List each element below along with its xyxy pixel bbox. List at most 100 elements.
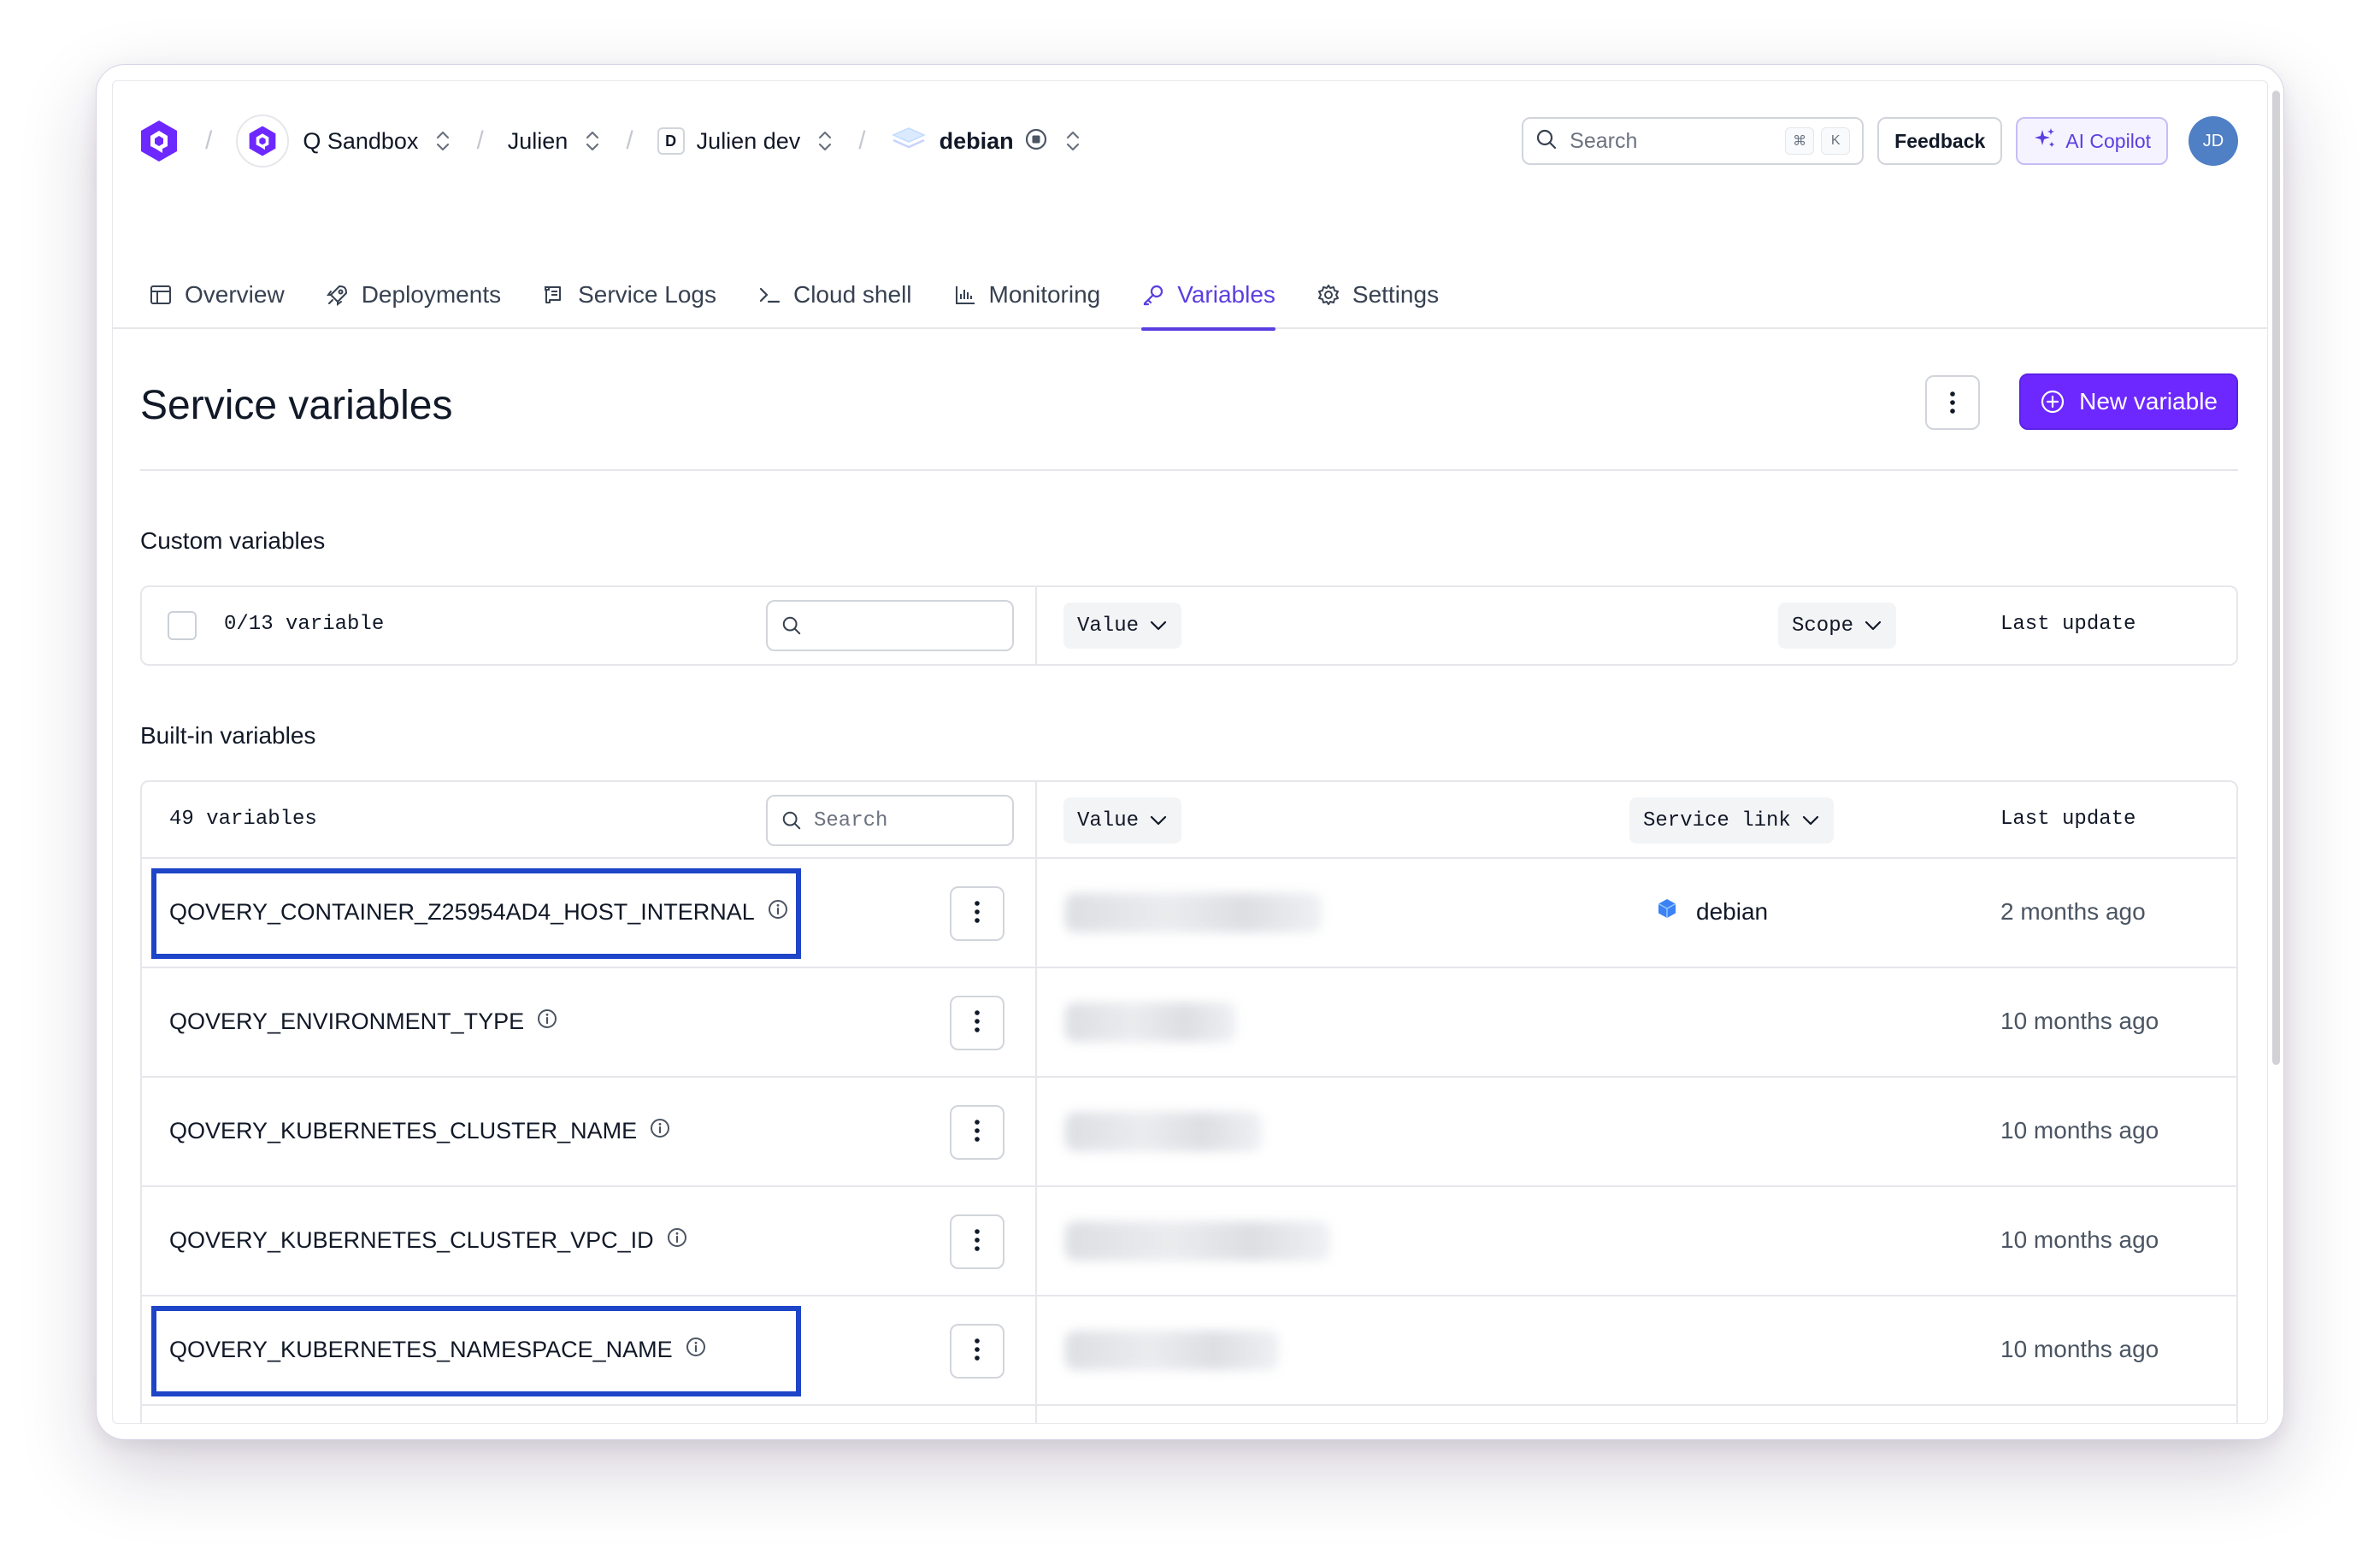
sparkles-icon	[2033, 126, 2057, 156]
variable-name: QOVERY_KUBERNETES_NAMESPACE_NAME	[169, 1336, 707, 1364]
row-more-button[interactable]	[950, 1214, 1004, 1269]
column-divider	[1035, 782, 1037, 857]
more-vertical-icon	[974, 1337, 981, 1367]
row-more-button[interactable]	[950, 886, 1004, 941]
gear-icon	[1317, 285, 1339, 305]
builtin-value-filter[interactable]: Value	[1063, 797, 1182, 844]
search-placeholder: Search	[1570, 128, 1638, 153]
breadcrumb: / Q Sandbox / Julien / D Julien dev / de…	[137, 114, 1082, 168]
builtin-search-placeholder: Search	[814, 808, 888, 832]
table-row[interactable]: QOVERY_OUTPUT_TERRAFORM_Z98DAA73B_APPLIC…	[142, 1406, 2236, 1423]
ai-copilot-label: AI Copilot	[2065, 129, 2151, 152]
table-row[interactable]: QOVERY_ENVIRONMENT_TYPE 10 months ago	[142, 968, 2236, 1078]
hidden-variable-value[interactable]	[1065, 1002, 1236, 1042]
ai-copilot-button[interactable]: AI Copilot	[2016, 117, 2168, 165]
scroll-icon	[545, 286, 562, 303]
page-more-button[interactable]	[1925, 375, 1980, 430]
more-vertical-icon	[974, 899, 981, 929]
chevron-down-icon	[1150, 815, 1167, 826]
hidden-variable-value[interactable]	[1065, 893, 1322, 932]
column-divider	[1035, 1296, 1037, 1404]
org-selector[interactable]: Q Sandbox	[303, 128, 418, 155]
breadcrumb-separator: /	[626, 126, 633, 155]
tab-variables[interactable]: Variables	[1141, 261, 1275, 331]
tab-monitoring[interactable]: Monitoring	[953, 261, 1100, 329]
row-more-button[interactable]	[950, 996, 1004, 1050]
chevron-updown-icon[interactable]	[583, 128, 602, 154]
last-update: 10 months ago	[2000, 1117, 2159, 1144]
last-update: 10 months ago	[2000, 1008, 2159, 1034]
tab-overview[interactable]: Overview	[149, 261, 285, 329]
custom-variables-table: 0/13 variable Value Scope Last update	[140, 585, 2238, 666]
variable-name: QOVERY_KUBERNETES_CLUSTER_NAME	[169, 1117, 671, 1145]
feedback-button[interactable]: Feedback	[1877, 117, 2003, 165]
service-tabs: Overview Deployments Service Logs Cloud …	[149, 261, 1480, 331]
top-header: / Q Sandbox / Julien / D Julien dev / de…	[113, 81, 2267, 331]
more-vertical-icon	[1950, 391, 1955, 414]
stopped-status-icon	[1024, 127, 1048, 156]
hidden-variable-value[interactable]	[1065, 1112, 1262, 1151]
chevron-down-icon	[1865, 620, 1882, 631]
plus-circle-icon	[2041, 390, 2065, 414]
info-icon[interactable]	[637, 1117, 671, 1145]
global-search[interactable]: Search ⌘ K	[1522, 117, 1865, 165]
row-more-button[interactable]	[950, 1105, 1004, 1160]
column-divider	[1035, 1078, 1037, 1185]
app-viewport: / Q Sandbox / Julien / D Julien dev / de…	[112, 80, 2268, 1424]
custom-variables-heading: Custom variables	[140, 527, 326, 554]
vertical-scrollbar[interactable]	[2272, 91, 2280, 1065]
table-row[interactable]: QOVERY_KUBERNETES_CLUSTER_NAME 10 months …	[142, 1078, 2236, 1187]
hidden-variable-value[interactable]	[1065, 1221, 1330, 1261]
builtin-variables-heading: Built-in variables	[140, 722, 316, 749]
hidden-variable-value[interactable]	[1065, 1331, 1279, 1370]
service-stack-icon	[890, 125, 928, 158]
chevron-updown-icon[interactable]	[1063, 128, 1082, 154]
user-avatar[interactable]: JD	[2189, 116, 2238, 166]
custom-value-filter[interactable]: Value	[1063, 603, 1182, 649]
breadcrumb-separator: /	[476, 126, 484, 155]
column-divider	[1035, 968, 1037, 1076]
service-selector[interactable]: debian	[940, 128, 1014, 155]
variable-name: QOVERY_KUBERNETES_CLUSTER_VPC_ID	[169, 1226, 688, 1255]
project-selector[interactable]: Julien	[508, 128, 568, 155]
select-all-checkbox[interactable]	[168, 611, 197, 640]
more-vertical-icon	[974, 1227, 981, 1257]
table-row[interactable]: QOVERY_CONTAINER_Z25954AD4_HOST_INTERNAL…	[142, 859, 2236, 968]
builtin-search-input[interactable]: Search	[766, 795, 1014, 846]
shortcut-cmd-key: ⌘	[1785, 127, 1815, 155]
divider	[140, 469, 2238, 471]
chevron-updown-icon[interactable]	[816, 128, 834, 154]
search-icon	[782, 811, 801, 830]
rocket-icon	[326, 285, 347, 306]
chevron-updown-icon[interactable]	[433, 128, 452, 154]
custom-search-input[interactable]	[766, 600, 1014, 651]
tab-service-logs[interactable]: Service Logs	[542, 261, 716, 329]
tab-deployments[interactable]: Deployments	[326, 261, 501, 329]
tab-settings[interactable]: Settings	[1317, 261, 1439, 329]
info-icon[interactable]	[654, 1226, 688, 1255]
custom-last-update-header: Last update	[2000, 613, 2136, 636]
info-icon[interactable]	[524, 1008, 558, 1036]
key-icon	[1144, 285, 1163, 306]
search-icon	[782, 616, 801, 635]
chart-icon	[955, 286, 975, 304]
custom-scope-filter[interactable]: Scope	[1778, 603, 1897, 649]
breadcrumb-separator: /	[858, 126, 866, 155]
row-more-button[interactable]	[950, 1324, 1004, 1379]
table-row[interactable]: QOVERY_KUBERNETES_CLUSTER_VPC_ID 10 month…	[142, 1187, 2236, 1296]
tab-cloud-shell[interactable]: Cloud shell	[757, 261, 912, 329]
environment-selector[interactable]: Julien dev	[697, 128, 801, 155]
app-window: / Q Sandbox / Julien / D Julien dev / de…	[96, 64, 2284, 1440]
new-variable-button[interactable]: New variable	[2019, 373, 2238, 430]
qovery-logo[interactable]	[137, 119, 181, 163]
info-icon[interactable]	[755, 898, 789, 926]
column-divider	[1035, 1406, 1037, 1423]
builtin-service-link-filter[interactable]: Service link	[1629, 797, 1834, 844]
table-row[interactable]: QOVERY_KUBERNETES_NAMESPACE_NAME 10 month…	[142, 1296, 2236, 1406]
service-link[interactable]: debian	[1655, 897, 1768, 926]
more-vertical-icon	[974, 1008, 981, 1038]
page-title: Service variables	[140, 383, 453, 428]
last-update: 10 months ago	[2000, 1336, 2159, 1362]
info-icon[interactable]	[673, 1336, 707, 1364]
header-tools: Search ⌘ K Feedback AI Copilot JD	[1522, 114, 2238, 168]
